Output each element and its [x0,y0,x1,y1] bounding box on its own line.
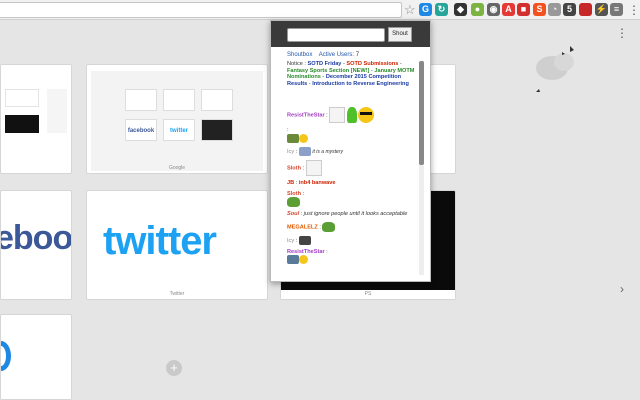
sticker-icon [287,133,299,143]
shout-message: : [287,127,417,143]
notice-link[interactable]: Fantasy Sports Section [NEW!] [287,68,369,74]
tile-label: PS [281,290,455,299]
shout-separator: : [287,127,289,134]
extension-9-icon[interactable]: ◔ [548,3,561,16]
browser-toolbar: ☆ G ↻ ◆ ● ◉ A ■ S ◔ 5 ⚡ ≡ ⋮ [0,0,640,20]
tile-label: Google [168,165,186,171]
shout-username[interactable]: Sloth [287,191,301,197]
shout-input[interactable] [287,28,385,42]
shout-message: ResistTheStar : [287,107,417,124]
notice-label: Notice : [287,61,306,67]
shout-username[interactable]: ResistTheStar [287,113,325,119]
tile-partial-left[interactable] [0,64,72,174]
twitter-logo-text: twitter [103,219,217,263]
feed-scrollbar[interactable] [419,61,424,275]
shoutbox-link[interactable]: Shoutbox [287,52,312,58]
mini-thumb-facebook: facebook [125,119,157,141]
extension-7-icon[interactable]: ■ [517,3,530,16]
add-shortcut-button[interactable]: + [166,360,182,376]
cool-face-icon [358,107,375,124]
boombox-icon [298,235,311,245]
tile-google[interactable]: facebook twitter Google [86,64,268,174]
frog-icon [287,197,300,208]
address-bar[interactable] [0,2,402,18]
extension-11-icon[interactable] [579,3,592,16]
shout-feed: Notice : SOTD Friday - SOTD Submissions … [287,61,417,275]
tile-facebook[interactable]: ebook [0,190,72,300]
shout-separator: : [324,112,328,119]
mini-thumb [201,89,233,111]
shout-message: JB : inb4 banwave [287,180,417,187]
active-users-count: 7 [355,52,360,58]
notice-link[interactable]: SOTD Submissions [346,61,398,67]
tile-label: Twitter [169,291,185,297]
shout-message: MEGALELZ : [287,221,417,232]
shoutbox-extension-icon[interactable]: G [419,3,432,16]
shout-message: Soul : just ignore people until it looks… [287,211,417,218]
notice-separator: - [398,61,402,67]
active-users-link[interactable]: Active Users: [319,52,354,58]
popup-header: Shout [271,21,430,47]
popup-nav: Shoutbox Active Users: 7 [287,52,359,58]
extension-3-icon[interactable]: ◆ [454,3,467,16]
shout-text: inb4 banwave [298,179,336,186]
bird-silhouette-art [536,46,574,92]
mini-thumb-twitter: twitter [163,119,195,141]
meme-face-icon [305,159,322,176]
shout-message: Icy : [287,235,417,245]
extension-5-icon[interactable]: ◉ [487,3,500,16]
shout-separator: : [294,148,298,155]
shout-username[interactable]: Sloth [287,165,301,171]
notice-link[interactable]: SOTD Friday [308,61,342,67]
tile-partial-bottom[interactable] [0,314,72,400]
extension-2-icon[interactable]: ↻ [435,3,448,16]
shout-username[interactable]: ResistTheStar [287,249,325,255]
shout-message: ResistTheStar : [287,249,417,265]
extension-6-icon[interactable]: A [502,3,515,16]
scrollbar-thumb[interactable] [419,61,424,165]
smiley-icon [299,133,308,143]
tile-twitter[interactable]: twitter Twitter [86,190,268,300]
shout-message: Icy : it is a mystery [287,146,417,156]
extension-8-icon[interactable]: S [533,3,546,16]
bus-icon [298,146,311,156]
mini-thumb [163,89,195,111]
shout-separator: : [300,190,305,197]
chevron-right-icon[interactable]: › [620,282,624,296]
shout-separator: : [300,165,305,172]
notice-banner: Notice : SOTD Friday - SOTD Submissions … [287,61,417,87]
facebook-logo-text: ebook [1,219,72,257]
extension-13-icon[interactable]: ≡ [610,3,623,16]
smiley-icon [299,255,308,265]
vertical-dots-icon[interactable]: ⋮ [628,1,640,19]
shout-message: Sloth : [287,159,417,176]
meme-face-icon [329,107,346,124]
shout-username[interactable]: MEGALELZ [287,224,318,230]
frog-icon [322,221,336,232]
shout-separator: : [317,224,321,231]
shout-text: it is a mystery [312,148,343,155]
extension-10-icon[interactable]: 5 [563,3,576,16]
star-icon[interactable]: ☆ [404,1,416,19]
shout-separator: : [324,248,328,255]
shout-separator: : [294,237,298,244]
vertical-dots-icon[interactable]: ⋮ [616,26,628,40]
shout-separator: : [294,179,298,186]
mini-thumb [125,89,157,111]
notice-link[interactable]: Introduction to Reverse Engineering [312,81,409,87]
shout-username[interactable]: Soul [287,211,299,217]
shout-message: Sloth : [287,191,417,208]
mini-thumb-ps [201,119,233,141]
alien-icon [346,107,357,124]
shout-text: just ignore people until it looks accept… [303,211,408,218]
extension-4-icon[interactable]: ● [471,3,484,16]
extension-12-icon[interactable]: ⚡ [595,3,608,16]
shout-separator: : [299,211,303,218]
sticker-icon [287,255,299,265]
shoutbox-popup: Shout Shoutbox Active Users: 7 Notice : … [270,20,431,282]
shout-button[interactable]: Shout [388,27,412,42]
